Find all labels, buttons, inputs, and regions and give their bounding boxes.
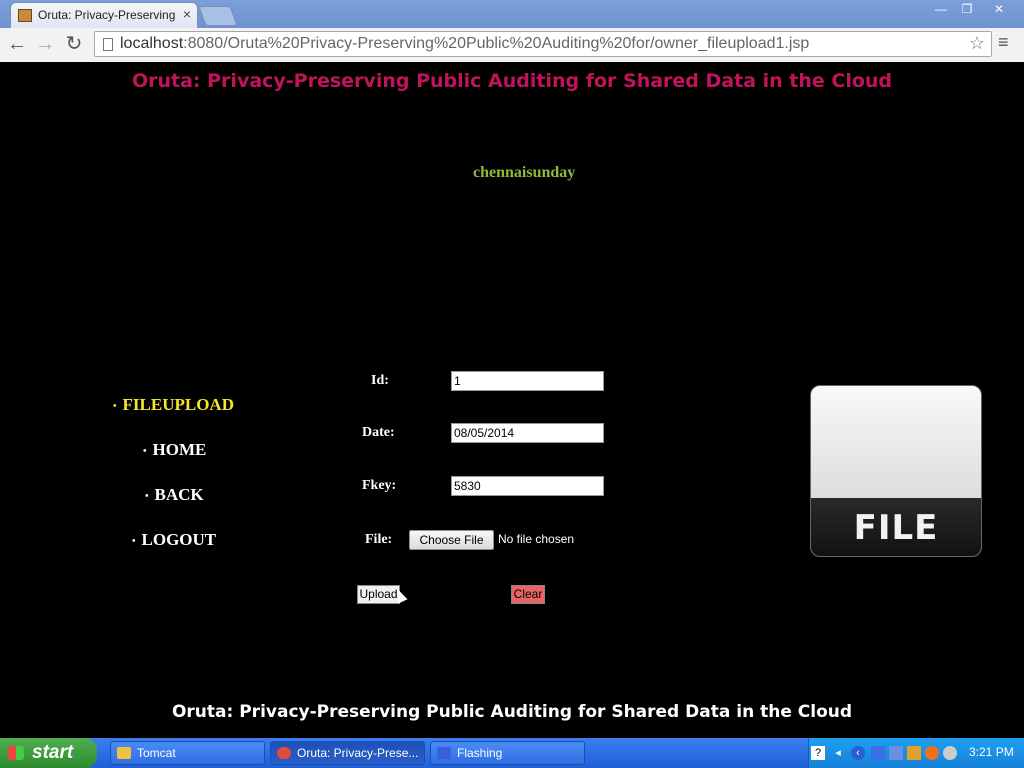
nav-fileupload[interactable]: • FILEUPLOAD (113, 395, 234, 415)
file-status: No file chosen (498, 532, 575, 546)
network-icon[interactable] (871, 746, 885, 760)
chrome-menu-icon[interactable]: ≡ (998, 32, 1009, 53)
url-text[interactable]: localhost:8080/Oruta%20Privacy-Preservin… (120, 35, 809, 53)
page-content: Oruta: Privacy-Preserving Public Auditin… (0, 62, 1024, 738)
url-host: localhost (120, 35, 184, 52)
bullet-icon: • (132, 535, 136, 547)
footer-title: Oruta: Privacy-Preserving Public Auditin… (171, 702, 853, 722)
forward-icon[interactable]: → (33, 32, 57, 56)
minimize-button[interactable]: — (930, 0, 952, 18)
file-label: File: (365, 532, 393, 547)
bullet-icon: • (113, 400, 117, 412)
address-bar[interactable]: localhost:8080/Oruta%20Privacy-Preservin… (94, 31, 992, 57)
nav-back[interactable]: • BACK (145, 485, 204, 505)
taskbar: start Tomcat Oruta: Privacy-Prese... Fla… (0, 738, 1024, 768)
messenger-icon[interactable] (943, 746, 957, 760)
bookmark-star-icon[interactable]: ☆ (969, 33, 985, 54)
taskbar-item-label: Tomcat (137, 746, 176, 760)
header-title: Oruta: Privacy-Preserving Public Auditin… (131, 70, 893, 92)
taskbar-item-chrome[interactable]: Oruta: Privacy-Prese... (270, 741, 425, 765)
start-label: start (32, 742, 74, 763)
favicon-icon (18, 9, 32, 22)
tab-close-icon[interactable]: × (183, 6, 191, 22)
java-icon[interactable] (907, 746, 921, 760)
maximize-button[interactable]: ❐ (956, 0, 978, 18)
system-tray: ? ◂ ‹ 3:21 PM (808, 738, 1024, 768)
tab-title: Oruta: Privacy-Preserving Pu (38, 8, 178, 22)
update-icon[interactable] (925, 746, 939, 760)
fkey-label: Fkey: (362, 478, 397, 493)
taskbar-item-label: Flashing (457, 746, 503, 760)
reload-icon[interactable]: ↻ (62, 32, 86, 56)
nav-home[interactable]: • HOME (143, 440, 206, 460)
windows-logo-icon (8, 746, 24, 760)
nav-home-label: HOME (152, 440, 207, 459)
taskbar-item-flashing[interactable]: Flashing (430, 741, 585, 765)
bullet-icon: • (145, 490, 149, 502)
browser-chrome: Oruta: Privacy-Preserving Pu × — ❐ ✕ ← →… (0, 0, 1024, 63)
speaker-icon[interactable]: ◂ (831, 746, 845, 760)
nav-back-label: BACK (154, 485, 204, 504)
url-path: :8080/Oruta%20Privacy-Preserving%20Publi… (183, 35, 810, 52)
id-input[interactable] (451, 371, 604, 391)
chrome-icon (277, 747, 291, 759)
close-window-button[interactable]: ✕ (982, 0, 1016, 18)
file-icon: FILE (810, 385, 982, 557)
date-label: Date: (362, 425, 395, 440)
taskbar-item-tomcat[interactable]: Tomcat (110, 741, 265, 765)
collapse-tray-icon[interactable]: ‹ (851, 746, 865, 760)
id-label: Id: (371, 373, 389, 388)
clock: 3:21 PM (969, 745, 1014, 759)
username: chennaisunday (473, 164, 576, 181)
date-input[interactable] (451, 423, 604, 443)
start-button[interactable]: start (0, 738, 97, 768)
bullet-icon: • (143, 445, 147, 457)
taskbar-item-label: Oruta: Privacy-Prese... (297, 746, 419, 760)
nav-fileupload-label: FILEUPLOAD (122, 395, 234, 414)
help-icon[interactable]: ? (811, 746, 825, 760)
nav-logout[interactable]: • LOGOUT (132, 530, 216, 550)
fkey-input[interactable] (451, 476, 604, 496)
browser-toolbar: ← → ↻ localhost:8080/Oruta%20Privacy-Pre… (0, 28, 1024, 63)
clear-button[interactable]: Clear (511, 585, 545, 604)
browser-tab[interactable]: Oruta: Privacy-Preserving Pu × (10, 2, 198, 28)
flashing-icon (437, 747, 451, 759)
back-icon[interactable]: ← (5, 32, 29, 56)
file-icon-label: FILE (853, 508, 939, 548)
page-icon (103, 38, 113, 51)
new-tab-button[interactable] (198, 6, 238, 26)
nav-logout-label: LOGOUT (141, 530, 217, 549)
display-icon[interactable] (889, 746, 903, 760)
choose-file-button[interactable]: Choose File (409, 530, 494, 550)
tomcat-icon (117, 747, 131, 759)
